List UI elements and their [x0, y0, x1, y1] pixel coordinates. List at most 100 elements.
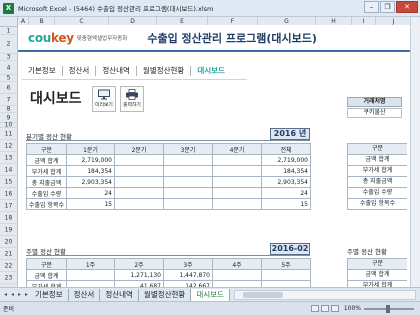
- tab-scroll-arrow-icon[interactable]: ▸: [23, 291, 30, 298]
- normal-view-button[interactable]: [310, 305, 319, 312]
- table-cell[interactable]: [114, 187, 164, 199]
- row-label[interactable]: 금액 합계: [26, 269, 67, 281]
- table-cell[interactable]: [114, 165, 164, 177]
- table-cell[interactable]: [212, 198, 262, 210]
- row-header-2[interactable]: 2: [0, 35, 18, 54]
- row-header-17[interactable]: 17: [0, 200, 18, 212]
- table-cell[interactable]: [212, 165, 262, 177]
- row-header-7[interactable]: 7: [0, 94, 18, 106]
- table-cell[interactable]: 184,354: [261, 165, 311, 177]
- vertical-scrollbar[interactable]: [410, 17, 420, 291]
- quarterly-rule: [26, 140, 310, 141]
- row-header-21[interactable]: 21: [0, 248, 18, 260]
- table-cell[interactable]: 1,271,130: [114, 269, 164, 281]
- table-cell[interactable]: 24: [66, 187, 115, 199]
- sheet-tab-3[interactable]: 정산내역: [100, 288, 139, 301]
- table-cell[interactable]: [261, 269, 311, 281]
- window-title: Microsoft Excel - (5464) 수출입 정산관리 프로그램(대…: [18, 5, 214, 13]
- row-label[interactable]: 수출입 수량: [26, 187, 67, 199]
- page-break-view-button[interactable]: [330, 305, 339, 312]
- row-header-6[interactable]: 6: [0, 82, 18, 94]
- row-header-4[interactable]: 4: [0, 61, 18, 75]
- tab-scroll-arrow-icon[interactable]: ▸: [16, 291, 23, 298]
- table-cell[interactable]: 2,903,354: [66, 176, 115, 188]
- row-label[interactable]: 금액 합계: [26, 154, 67, 166]
- table-cell[interactable]: [114, 198, 164, 210]
- table-cell[interactable]: 2,719,000: [261, 154, 311, 166]
- row-header-16[interactable]: 16: [0, 188, 18, 200]
- sheet-tab-4[interactable]: 월별정산현황: [139, 288, 192, 301]
- row-header-8[interactable]: 8: [0, 106, 18, 113]
- row-header-13[interactable]: 13: [0, 152, 18, 164]
- excel-icon[interactable]: X: [3, 2, 14, 14]
- row-header-15[interactable]: 15: [0, 176, 18, 188]
- scroll-thumb[interactable]: [242, 291, 283, 298]
- row-header-5[interactable]: 5: [0, 75, 18, 82]
- select-all-corner[interactable]: [0, 17, 18, 27]
- top-navigation: 기본정보 정산서 정산내역 월별정산현황 대시보드: [22, 63, 231, 78]
- table-cell[interactable]: [163, 154, 213, 166]
- weekly-column-header: 3주: [163, 258, 213, 270]
- print-button[interactable]: 출력하기: [120, 86, 144, 112]
- nav-item-2[interactable]: 정산서: [63, 65, 96, 76]
- table-cell[interactable]: [114, 154, 164, 166]
- nav-item-4[interactable]: 월별정산현황: [137, 65, 190, 76]
- nav-item-5[interactable]: 대시보드: [191, 65, 231, 76]
- partner-value[interactable]: 쿠키물산: [347, 108, 402, 118]
- table-cell[interactable]: [212, 187, 262, 199]
- row-label[interactable]: 부가세 합계: [26, 165, 67, 177]
- row-header-1[interactable]: 1: [0, 27, 18, 35]
- page-layout-view-button[interactable]: [320, 305, 329, 312]
- row-header-22[interactable]: 22: [0, 260, 18, 272]
- month-selector[interactable]: 2016-02: [270, 243, 310, 255]
- logo: coukey: [28, 30, 74, 45]
- row-header-18[interactable]: 18: [0, 212, 18, 224]
- table-cell[interactable]: 15: [66, 198, 115, 210]
- weekly-column-header: 구분: [26, 258, 67, 270]
- sheet-tab-1[interactable]: 기본정보: [30, 288, 69, 301]
- row-header-23[interactable]: 23: [0, 272, 18, 284]
- restore-button[interactable]: ❐: [380, 1, 395, 13]
- row-header-14[interactable]: 14: [0, 164, 18, 176]
- table-cell[interactable]: 184,354: [66, 165, 115, 177]
- table-cell[interactable]: [212, 176, 262, 188]
- close-button[interactable]: ✕: [396, 1, 418, 13]
- table-cell[interactable]: [212, 269, 262, 281]
- weekly-column-header: 2주: [114, 258, 164, 270]
- sheet-tab-5[interactable]: 대시보드: [191, 288, 230, 301]
- minimize-button[interactable]: –: [364, 1, 379, 13]
- row-label[interactable]: 총 지출금액: [26, 176, 67, 188]
- table-cell[interactable]: 2,903,354: [261, 176, 311, 188]
- row-header-20[interactable]: 20: [0, 236, 18, 248]
- table-cell[interactable]: [163, 198, 213, 210]
- tab-scroll-arrow-icon[interactable]: ◂: [2, 291, 9, 298]
- table-row: 금액 합계 1,271,130 1,447,870: [26, 269, 311, 281]
- table-row: 수출입 수량 24 24: [26, 187, 311, 199]
- row-header-11[interactable]: 11: [0, 128, 18, 140]
- table-cell[interactable]: 1,447,870: [163, 269, 213, 281]
- zoom-slider-thumb[interactable]: [386, 304, 390, 313]
- table-cell[interactable]: [66, 269, 115, 281]
- year-selector[interactable]: 2016 년: [270, 128, 310, 140]
- table-cell[interactable]: [163, 165, 213, 177]
- row-label[interactable]: 수출입 항목수: [26, 198, 67, 210]
- zoom-slider[interactable]: [364, 304, 414, 313]
- row-header-12[interactable]: 12: [0, 140, 18, 152]
- horizontal-scrollbar[interactable]: [233, 289, 416, 300]
- nav-item-3[interactable]: 정산내역: [96, 65, 136, 76]
- table-cell[interactable]: [212, 154, 262, 166]
- table-cell[interactable]: [163, 176, 213, 188]
- table-cell[interactable]: [163, 187, 213, 199]
- preview-button[interactable]: 미리보기: [92, 86, 116, 112]
- table-cell[interactable]: [114, 176, 164, 188]
- tab-scroll-arrow-icon[interactable]: ◂: [9, 291, 16, 298]
- row-header-3[interactable]: 3: [0, 54, 18, 61]
- app-title: 수출입 정산관리 프로그램(대시보드): [147, 31, 317, 45]
- table-cell[interactable]: 24: [261, 187, 311, 199]
- table-cell[interactable]: 2,719,000: [66, 154, 115, 166]
- sheet-tab-2[interactable]: 정산서: [69, 288, 101, 301]
- zoom-level[interactable]: 100%: [344, 305, 361, 312]
- row-header-19[interactable]: 19: [0, 224, 18, 236]
- table-cell[interactable]: 15: [261, 198, 311, 210]
- nav-item-1[interactable]: 기본정보: [22, 65, 62, 76]
